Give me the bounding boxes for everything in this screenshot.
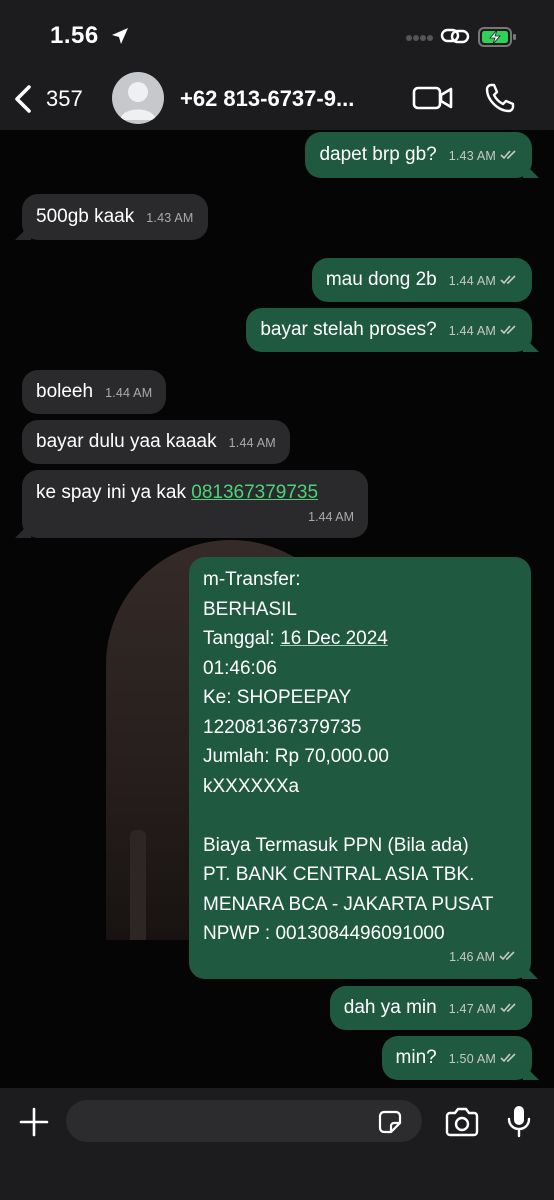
double-check-icon <box>499 943 517 973</box>
chat-area[interactable]: dapet brp gb? 1.43 AM 500gb kaak 1.43 AM m… <box>0 130 554 1088</box>
message-text: boleeh <box>36 381 94 402</box>
receipt-line: BERHASIL <box>203 598 297 620</box>
message-text: mau dong 2b <box>325 269 437 291</box>
incoming-message[interactable]: ke spay ini ya kak 081367379735 1.44 AM <box>15 470 368 538</box>
receipt-line: 01:46:06 <box>203 657 277 679</box>
message-time: 1.44 AM <box>308 510 354 524</box>
message-time: 1.44 AM <box>448 274 496 289</box>
receipt-line: Tanggal: 16 Dec 2024 <box>203 624 517 654</box>
receipt-line: kXXXXXXa <box>203 775 300 797</box>
outgoing-message[interactable]: bayar stelah proses? 1.44 AM <box>246 308 539 352</box>
incoming-message[interactable]: 500gb kaak 1.43 AM <box>15 194 208 240</box>
wallpaper-image <box>130 830 146 940</box>
message-time: 1.50 AM <box>448 1052 496 1067</box>
message-text: 500gb kaak <box>36 206 135 227</box>
message-time: 1.46 AM <box>449 943 517 973</box>
plus-icon[interactable] <box>18 1106 50 1143</box>
bubble-tail <box>522 963 538 979</box>
message-text: ke spay ini ya kak <box>36 482 192 503</box>
bubble-tail <box>15 224 31 240</box>
bubble-tail <box>523 1064 539 1080</box>
microphone-icon[interactable] <box>506 1104 532 1143</box>
message-text: dah ya min <box>343 997 437 1019</box>
message-time: 1.44 AM <box>228 436 276 450</box>
camera-icon[interactable] <box>444 1107 480 1142</box>
message-time: 1.43 AM <box>146 211 194 225</box>
chat-header: 357 +62 813-6737-9... <box>0 68 554 130</box>
sticker-icon[interactable] <box>376 1108 404 1141</box>
receipt-line: PT. BANK CENTRAL ASIA TBK. <box>203 864 475 885</box>
phone-number-link[interactable]: 081367379735 <box>191 482 318 503</box>
link-icon <box>440 26 470 51</box>
receipt-line: m-Transfer: <box>203 569 301 590</box>
message-input[interactable] <box>66 1100 422 1142</box>
double-check-icon <box>500 315 518 345</box>
receipt-date-label: Tanggal: <box>203 628 281 649</box>
outgoing-receipt-message[interactable]: m-Transfer: BERHASIL Tanggal: 16 Dec 202… <box>189 557 538 979</box>
back-unread-count[interactable]: 357 <box>46 86 83 112</box>
incoming-message[interactable]: bayar dulu yaa kaaak 1.44 AM <box>22 420 290 464</box>
contact-name[interactable]: +62 813-6737-9... <box>180 86 398 112</box>
phone-icon[interactable] <box>484 82 516 119</box>
message-text: min? <box>395 1047 437 1069</box>
message-time-text: 1.46 AM <box>449 950 495 965</box>
chevron-left-icon[interactable] <box>12 84 34 119</box>
video-call-icon[interactable] <box>412 84 454 117</box>
receipt-date-link[interactable]: 16 Dec 2024 <box>280 628 388 649</box>
outgoing-message[interactable]: dah ya min 1.47 AM <box>329 986 532 1030</box>
signal-dots-icon <box>406 30 434 48</box>
message-time: 1.44 AM <box>448 324 496 339</box>
receipt-line: Biaya Termasuk PPN (Bila ada) <box>203 834 469 856</box>
message-time: 1.44 AM <box>105 386 153 400</box>
double-check-icon <box>500 1043 518 1073</box>
message-text: bayar stelah proses? <box>260 319 437 341</box>
outgoing-message[interactable]: min? 1.50 AM <box>381 1036 539 1080</box>
incoming-message[interactable]: boleeh 1.44 AM <box>22 370 167 414</box>
outgoing-message[interactable]: mau dong 2b 1.44 AM <box>311 258 532 302</box>
message-time: 1.43 AM <box>448 149 496 164</box>
receipt-line: MENARA BCA - JAKARTA PUSAT <box>203 893 494 915</box>
receipt-line: Ke: SHOPEEPAY <box>203 687 352 708</box>
status-time: 1.56 <box>50 22 99 49</box>
double-check-icon <box>500 993 518 1023</box>
double-check-icon <box>500 265 518 295</box>
message-time: 1.47 AM <box>448 1002 496 1017</box>
battery-charging-icon <box>478 26 518 53</box>
receipt-line <box>203 801 517 831</box>
status-bar: 1.56 <box>0 0 554 68</box>
composer-bar <box>0 1088 554 1200</box>
double-check-icon <box>500 140 518 170</box>
bubble-tail <box>15 522 31 538</box>
bubble-tail <box>523 336 539 352</box>
outgoing-message[interactable]: dapet brp gb? 1.43 AM <box>305 132 539 178</box>
bubble-tail <box>523 162 539 178</box>
message-text: dapet brp gb? <box>319 144 437 166</box>
receipt-line: 122081367379735 <box>203 716 362 738</box>
avatar[interactable] <box>112 72 164 124</box>
location-arrow-icon <box>110 26 130 51</box>
receipt-line: Jumlah: Rp 70,000.00 <box>203 746 389 767</box>
message-text: bayar dulu yaa kaaak <box>36 431 217 452</box>
